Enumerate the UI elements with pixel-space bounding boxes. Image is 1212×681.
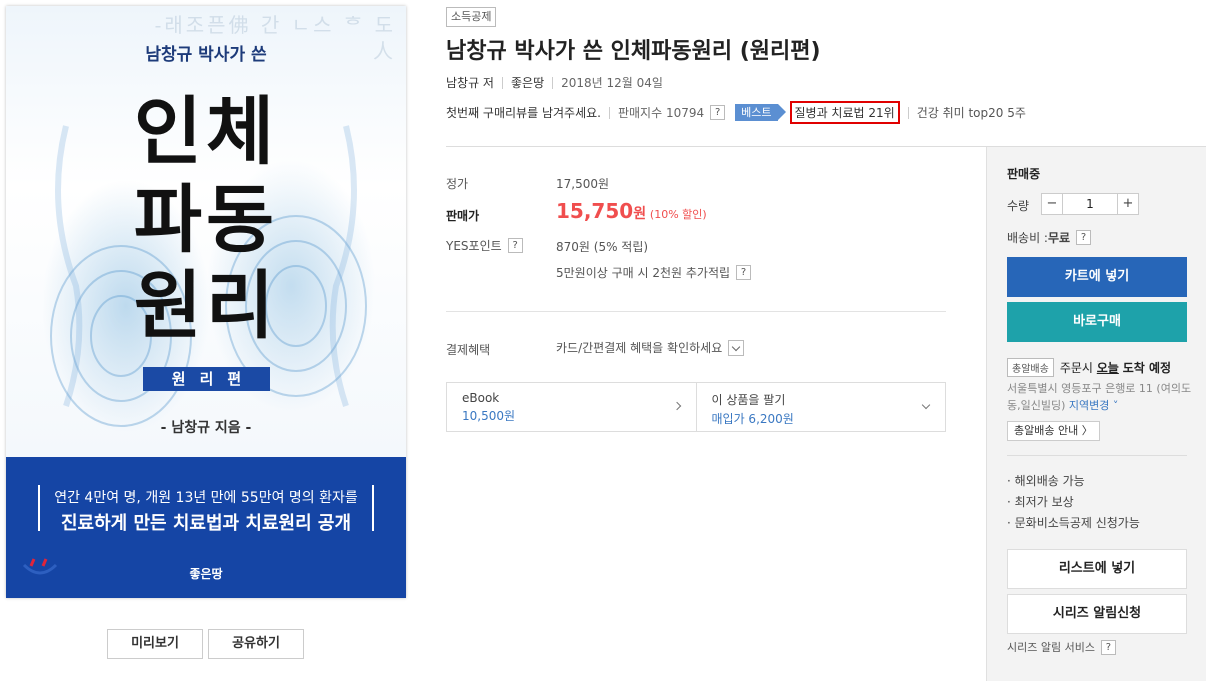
sale-status: 판매중 — [1007, 167, 1041, 181]
points-label-group: YES포인트 ? — [446, 237, 523, 254]
quantity-minus-button[interactable]: − — [1041, 193, 1063, 215]
delivery-guide-button[interactable]: 총알배송 안내 〉 — [1007, 421, 1100, 441]
points-extra: 5만원이상 구매 시 2천원 추가적립 — [556, 266, 731, 280]
delivery-address: 서울특별시 영등포구 은행로 11 (여의도동,일신빌딩) 지역변경 ˅ — [1007, 380, 1197, 414]
product-title: 남창규 박사가 쓴 인체파동원리 (원리편) — [446, 39, 821, 64]
points-extra-group: 5만원이상 구매 시 2천원 추가적립 ? — [556, 264, 752, 281]
sale-price-unit: 원 — [633, 206, 647, 222]
bullet-overseas[interactable]: · 해외배송 가능 — [1007, 471, 1140, 492]
meta-divider — [552, 76, 554, 89]
top20-rank-link[interactable]: 건강 취미 top20 5주 — [917, 104, 1026, 121]
row-divider — [608, 106, 610, 119]
shipping-help-icon[interactable]: ? — [1076, 230, 1092, 245]
benefit-label: 결제혜택 — [446, 343, 491, 357]
list-price-label: 정가 — [446, 177, 469, 191]
sale-price-group: 15,750원 (10% 할인) — [556, 199, 707, 223]
price-divider — [446, 311, 946, 312]
service-bullets: · 해외배송 가능 · 최저가 보상 · 문화비소득공제 신청가능 — [1007, 471, 1140, 534]
delivery-estimate: 총알배송 주문시 오늘 도착 예정 — [1007, 358, 1171, 377]
ebook-label[interactable]: eBook — [462, 391, 681, 405]
points-extra-help-icon[interactable]: ? — [736, 265, 752, 280]
share-button[interactable]: 공유하기 — [208, 629, 304, 659]
points-label: YES포인트 — [446, 239, 502, 253]
series-service: 시리즈 알림 서비스 ? — [1007, 639, 1116, 655]
points-value: 870원 (5% 적립) — [556, 240, 649, 254]
sell-price[interactable]: 매입가 6,200원 — [712, 410, 931, 427]
other-formats-box: eBook 10,500원 이 상품을 팔기 매입가 6,200원 — [446, 382, 946, 432]
author-link[interactable]: 남창규 저 — [446, 74, 494, 91]
purchase-panel: 판매중 수량 − 1 + 배송비 : 무료 ? 카트에 넣기 바로구매 총알배송… — [986, 147, 1206, 681]
row-divider — [907, 106, 909, 119]
cover-author: - 남창규 지음 - — [160, 420, 252, 436]
cover-band-label: 원리편 — [143, 367, 270, 391]
series-service-label: 시리즈 알림 서비스 — [1007, 641, 1095, 654]
category-tag[interactable]: 소득공제 — [446, 7, 497, 27]
sale-price-label: 판매가 — [446, 209, 480, 223]
bullet-culture-deduction[interactable]: · 문화비소득공제 신청가능 — [1007, 513, 1140, 534]
points-help-icon[interactable]: ? — [507, 238, 523, 253]
sell-label[interactable]: 이 상품을 팔기 — [712, 391, 931, 408]
sale-discount: (10% 할인) — [649, 208, 707, 221]
sale-price-value: 15,750 — [556, 199, 634, 223]
series-alert-button[interactable]: 시리즈 알림신청 — [1007, 594, 1187, 634]
meta-divider — [501, 76, 503, 89]
bullet-lowest-price[interactable]: · 최저가 보상 — [1007, 492, 1140, 513]
publisher-link[interactable]: 좋은땅 — [511, 74, 544, 91]
buy-now-button[interactable]: 바로구매 — [1007, 302, 1187, 342]
benefit-dropdown[interactable]: 카드/간편결제 혜택을 확인하세요 — [556, 339, 745, 356]
change-region-link[interactable]: 지역변경 ˅ — [1069, 399, 1118, 412]
chevron-down-icon[interactable] — [728, 339, 745, 356]
publish-date: 2018년 12월 04일 — [561, 76, 663, 90]
review-sales-row: 첫번째 구매리뷰를 남겨주세요. 판매지수 10794 ? 베스트 질병과 치료… — [446, 101, 1026, 124]
add-to-cart-button[interactable]: 카트에 넣기 — [1007, 257, 1187, 297]
cover-top-art: -래조픈佛 간 ㄴ스 ᄒ 도 人 남창규 박사가 쓴 인체 파동 원리 원리편 … — [6, 6, 406, 457]
category-rank-link[interactable]: 질병과 치료법 21위 — [789, 101, 900, 124]
cover-subtitle: 남창규 박사가 쓴 — [145, 45, 267, 65]
cover-title-line3: 원리 — [133, 263, 279, 349]
book-cover-image[interactable]: -래조픈佛 간 ㄴ스 ᄒ 도 人 남창규 박사가 쓴 인체 파동 원리 원리편 … — [6, 6, 406, 598]
delivery-badge: 총알배송 — [1007, 358, 1054, 377]
delivery-suffix: 도착 예정 — [1122, 361, 1172, 375]
quantity-input[interactable]: 1 — [1063, 193, 1117, 215]
sell-option[interactable]: 이 상품을 팔기 매입가 6,200원 — [695, 383, 946, 431]
sales-index: 판매지수 10794 — [617, 106, 705, 120]
panel-divider — [1007, 455, 1187, 456]
delivery-day: 오늘 — [1096, 361, 1119, 375]
list-price-value: 17,500원 — [556, 177, 610, 191]
quantity-stepper: − 1 + — [1041, 193, 1139, 215]
best-badge: 베스트 — [735, 104, 786, 121]
cover-blurb-line1: 연간 4만여 명, 개원 13년 만에 55만여 명의 환자를 — [54, 490, 358, 506]
add-to-list-button[interactable]: 리스트에 넣기 — [1007, 549, 1187, 589]
sales-index-help-icon[interactable]: ? — [710, 105, 726, 120]
quantity-plus-button[interactable]: + — [1117, 193, 1139, 215]
quantity-label: 수량 — [1007, 199, 1030, 213]
cover-publisher-logo: 좋은땅 — [189, 567, 223, 581]
product-meta: 남창규 저 좋은땅 2018년 12월 04일 — [446, 74, 663, 91]
smile-icon — [22, 558, 58, 575]
cover-bottom-band: 연간 4만여 명, 개원 13년 만에 55만여 명의 환자를 진료하게 만든 … — [6, 457, 406, 598]
shipping-fee: 배송비 : 무료 ? — [1007, 229, 1092, 246]
preview-button[interactable]: 미리보기 — [107, 629, 203, 659]
shipping-label: 배송비 : — [1007, 231, 1048, 245]
ebook-price[interactable]: 10,500원 — [462, 407, 681, 424]
cover-blurb-line2: 진료하게 만든 치료법과 치료원리 공개 — [60, 513, 352, 534]
review-prompt-link[interactable]: 첫번째 구매리뷰를 남겨주세요. — [446, 104, 601, 121]
shipping-value: 무료 — [1047, 231, 1071, 245]
ebook-option[interactable]: eBook 10,500원 — [447, 383, 696, 431]
delivery-prefix: 주문시 — [1059, 361, 1093, 375]
series-help-icon[interactable]: ? — [1100, 639, 1116, 655]
benefit-text[interactable]: 카드/간편결제 혜택을 확인하세요 — [556, 339, 722, 356]
